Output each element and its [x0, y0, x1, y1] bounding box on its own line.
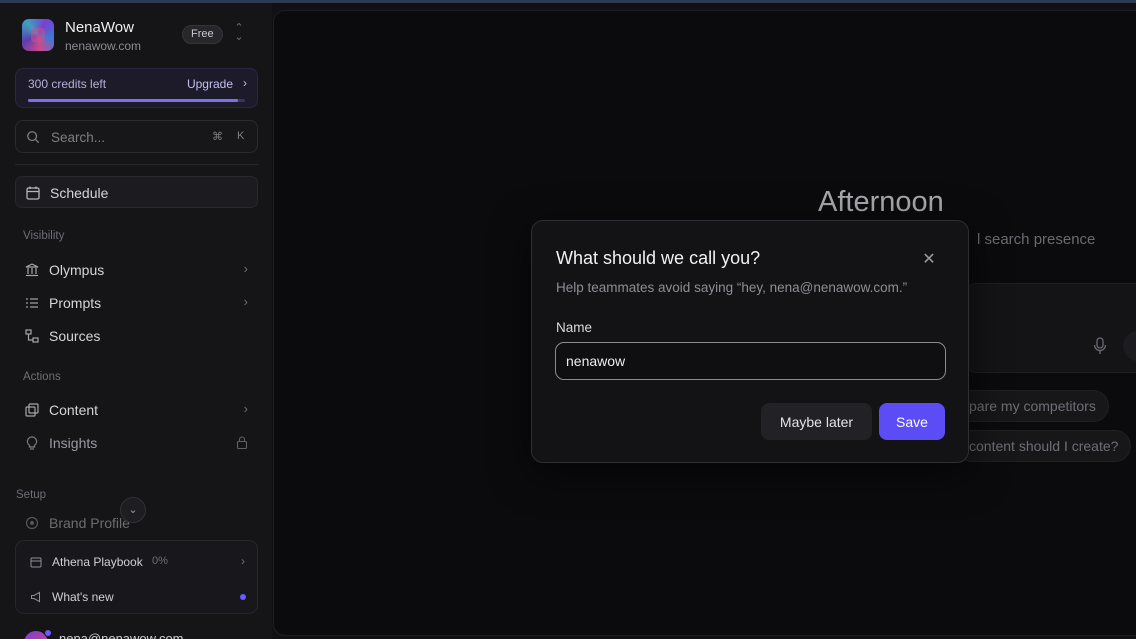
chevron-right-icon: ›: [243, 401, 248, 416]
suggestion-chip-competitors[interactable]: pare my competitors: [956, 390, 1109, 422]
sidebar-item-prompts[interactable]: Prompts ›: [15, 287, 258, 319]
dialog-title: What should we call you?: [556, 248, 761, 268]
workspace-name: NenaWow: [65, 19, 134, 36]
sidebar-item-label: Olympus: [49, 262, 105, 278]
avatar-status-dot: [44, 629, 52, 637]
sources-icon: [25, 329, 39, 343]
temple-icon: [25, 263, 39, 277]
prompt-composer[interactable]: [964, 283, 1136, 373]
playbook-progress: 0%: [152, 555, 168, 567]
sidebar-item-label: Schedule: [50, 185, 109, 201]
sidebar: NenaWow nenawow.com Free ⌃ ⌄ 300 credits …: [0, 3, 272, 639]
section-setup: Setup: [16, 489, 47, 501]
copy-icon: [25, 403, 39, 417]
workspace-domain: nenawow.com: [65, 39, 142, 53]
playbook-icon: [30, 557, 42, 568]
name-input[interactable]: [555, 342, 946, 380]
name-field-label: Name: [556, 320, 593, 335]
playbook-item[interactable]: Athena Playbook 0% ›: [16, 547, 259, 577]
chevron-right-icon: ›: [241, 554, 245, 568]
search-icon: [27, 131, 40, 144]
workspace-logo: [22, 19, 54, 51]
maybe-later-button[interactable]: Maybe later: [761, 403, 872, 440]
workspace-switcher[interactable]: NenaWow nenawow.com Free ⌃ ⌄: [22, 17, 260, 57]
notification-dot: [240, 594, 246, 600]
chevron-right-icon: ›: [243, 76, 247, 90]
sidebar-divider: [15, 164, 258, 165]
upgrade-link[interactable]: Upgrade: [187, 77, 233, 91]
sidebar-item-label: Sources: [49, 328, 101, 344]
calendar-icon: [26, 186, 40, 200]
chevron-updown-icon[interactable]: ⌃ ⌄: [232, 23, 246, 44]
brand-icon: [25, 516, 39, 530]
sidebar-item-insights[interactable]: Insights: [15, 427, 258, 459]
section-visibility: Visibility: [23, 230, 65, 242]
credits-progress-bar: [28, 99, 245, 102]
command-key-icon: ⌘: [212, 131, 223, 143]
sidebar-item-label: Insights: [49, 435, 98, 451]
scroll-down-button[interactable]: ⌄: [120, 497, 146, 523]
dialog-subtitle: Help teammates avoid saying “hey, nena@n…: [556, 280, 908, 295]
lightbulb-icon: [26, 436, 38, 450]
shortcut-key: K: [237, 130, 245, 142]
sidebar-item-sources[interactable]: Sources: [15, 320, 258, 352]
sidebar-footer-card: Athena Playbook 0% › What's new: [15, 540, 258, 614]
search-box[interactable]: Search... ⌘ K: [15, 120, 258, 153]
credits-banner[interactable]: 300 credits left Upgrade ›: [15, 68, 258, 108]
sidebar-item-content[interactable]: Content ›: [15, 394, 258, 426]
greeting-subtitle: l search presence: [977, 231, 1096, 248]
whats-new-label: What's new: [52, 590, 114, 604]
name-dialog: What should we call you? ✕ Help teammate…: [531, 220, 969, 463]
chevron-right-icon: ›: [243, 294, 248, 309]
sidebar-item-label: Content: [49, 402, 99, 418]
plan-badge: Free: [182, 25, 223, 44]
greeting-title: Afternoon: [818, 186, 944, 218]
suggestion-chip-content[interactable]: content should I create?: [956, 430, 1132, 462]
search-placeholder: Search...: [51, 130, 106, 145]
save-button[interactable]: Save: [879, 403, 945, 440]
microphone-icon[interactable]: [1092, 337, 1108, 355]
chevron-right-icon: ›: [243, 261, 248, 276]
section-actions: Actions: [23, 371, 61, 383]
sidebar-item-schedule[interactable]: Schedule: [15, 176, 258, 208]
credits-progress-fill: [28, 99, 239, 102]
list-icon: [26, 298, 38, 308]
lock-icon: [236, 436, 248, 449]
credits-text: 300 credits left: [28, 77, 107, 91]
sidebar-item-label: Prompts: [49, 295, 102, 311]
megaphone-icon: [31, 591, 40, 603]
sidebar-item-olympus[interactable]: Olympus ›: [15, 254, 258, 286]
user-email: nena@nenawow.com: [59, 631, 184, 639]
close-icon[interactable]: ✕: [919, 250, 939, 270]
playbook-label: Athena Playbook: [52, 555, 143, 569]
whats-new-item[interactable]: What's new: [16, 582, 259, 612]
sidebar-item-label: Brand Profile: [49, 515, 130, 531]
